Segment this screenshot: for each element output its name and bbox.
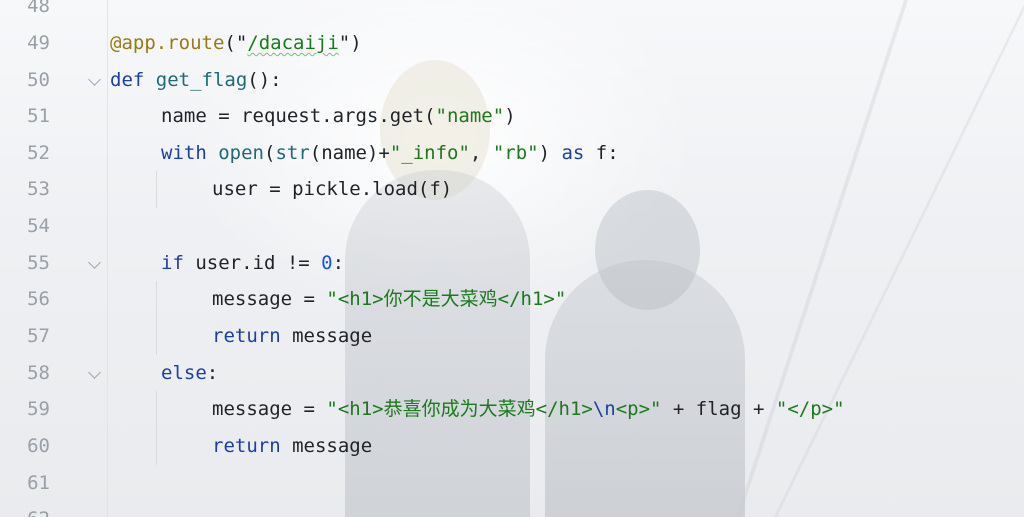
escape-token: \n [592, 398, 616, 420]
string-token: 你不是大菜鸡 [383, 288, 498, 310]
builtin-token: open [218, 142, 264, 164]
code-text: with open(str(name)+"_info", "rb") as f: [161, 135, 619, 172]
code-token: ) [504, 105, 516, 127]
code-token: user.id != [183, 252, 322, 274]
string-token: "name" [435, 105, 505, 127]
keyword-token: if [161, 252, 184, 274]
code-line[interactable]: 62 [0, 501, 1024, 517]
keyword-token: def [110, 69, 145, 91]
code-line[interactable]: 61 [0, 465, 1024, 502]
code-text: name = request.args.get("name") [161, 98, 516, 135]
code-line[interactable]: 56 message = "<h1>你不是大菜鸡</h1>" [0, 281, 1024, 318]
code-token: message [280, 325, 373, 347]
line-number: 50 [27, 69, 50, 91]
code-line[interactable]: 52 with open(str(name)+"_info", "rb") as… [0, 135, 1024, 172]
code-text: message = "<h1>你不是大菜鸡</h1>" [212, 281, 566, 318]
code-token: message = [212, 288, 327, 310]
string-token: <h1> [337, 288, 384, 310]
code-text: return message [212, 318, 372, 355]
line-number: 57 [27, 325, 50, 347]
string-token: 恭喜你成为大菜鸡 [383, 398, 536, 420]
code-token: : [206, 362, 219, 384]
code-text: else: [161, 355, 218, 392]
code-token: f: [584, 142, 619, 164]
code-text: @app.route("/dacaiji") [110, 25, 362, 62]
fold-chevron-icon[interactable] [88, 366, 101, 379]
code-text: def get_flag(): [110, 62, 282, 99]
code-token: : [332, 252, 345, 274]
code-line[interactable]: 60 return message [0, 428, 1024, 465]
code-line[interactable]: 49 @app.route("/dacaiji") [0, 25, 1024, 62]
line-number: 54 [27, 215, 50, 237]
line-number: 49 [27, 32, 50, 54]
line-number: 59 [27, 398, 50, 420]
string-token: </h1> [535, 398, 593, 420]
string-token: <h1> [337, 398, 384, 420]
keyword-token: with [161, 142, 207, 164]
keyword-token: else [161, 362, 207, 384]
code-line[interactable]: 55 if user.id != 0: [0, 245, 1024, 282]
code-token: message [280, 435, 373, 457]
code-line[interactable]: 58 else: [0, 355, 1024, 392]
code-token: (): [247, 69, 282, 91]
line-number: 53 [27, 178, 50, 200]
paren-token: (" [224, 32, 248, 54]
string-token: " [326, 288, 338, 310]
code-token: ) [538, 142, 562, 164]
code-token: message = [212, 398, 327, 420]
code-line[interactable]: 59 message = "<h1>恭喜你成为大菜鸡</h1>\n<p>" + … [0, 391, 1024, 428]
code-line[interactable]: 51 name = request.args.get("name") [0, 98, 1024, 135]
line-number: 60 [27, 435, 50, 457]
number-token: 0 [321, 252, 333, 274]
code-text: return message [212, 428, 372, 465]
line-number: 56 [27, 288, 50, 310]
code-line[interactable]: 50 def get_flag(): [0, 62, 1024, 99]
code-token: name = request.args.get( [161, 105, 436, 127]
fold-chevron-icon[interactable] [88, 73, 101, 86]
string-token: "</p>" [775, 398, 845, 420]
line-number: 61 [27, 472, 50, 494]
code-line[interactable]: 53 user = pickle.load(f) [0, 171, 1024, 208]
decorator-token: @app.route [110, 32, 225, 54]
code-text: if user.id != 0: [161, 245, 344, 282]
line-number: 48 [27, 0, 50, 17]
code-line[interactable]: 57 return message [0, 318, 1024, 355]
route-path-string: /dacaiji [247, 32, 339, 54]
line-number: 52 [27, 142, 50, 164]
code-line[interactable]: 54 [0, 208, 1024, 245]
code-editor[interactable]: 48 49 @app.route("/dacaiji") 50 def get_… [0, 0, 1024, 517]
code-token: ( [263, 142, 276, 164]
string-token: </h1>" [497, 288, 567, 310]
line-number: 51 [27, 105, 50, 127]
fold-chevron-icon[interactable] [88, 256, 101, 269]
keyword-token: as [561, 142, 585, 164]
line-number: 55 [27, 252, 50, 274]
string-token: "_info" [389, 142, 470, 164]
code-line[interactable]: 48 [0, 0, 1024, 25]
paren-token: ") [338, 32, 362, 54]
code-token: (name)+ [309, 142, 390, 164]
keyword-token: return [212, 435, 281, 457]
string-token: " [326, 398, 338, 420]
line-number: 58 [27, 362, 50, 384]
builtin-token: str [275, 142, 310, 164]
code-text: message = "<h1>恭喜你成为大菜鸡</h1>\n<p>" + fla… [212, 391, 845, 428]
code-token: + flag + [661, 398, 776, 420]
line-number: 62 [0, 501, 50, 517]
function-name-token: get_flag [155, 69, 248, 91]
string-token: <p>" [615, 398, 662, 420]
code-token: user = pickle.load(f) [212, 178, 453, 200]
keyword-token: return [212, 325, 281, 347]
code-token: , [469, 142, 493, 164]
string-token: "rb" [492, 142, 539, 164]
code-text: user = pickle.load(f) [212, 171, 452, 208]
